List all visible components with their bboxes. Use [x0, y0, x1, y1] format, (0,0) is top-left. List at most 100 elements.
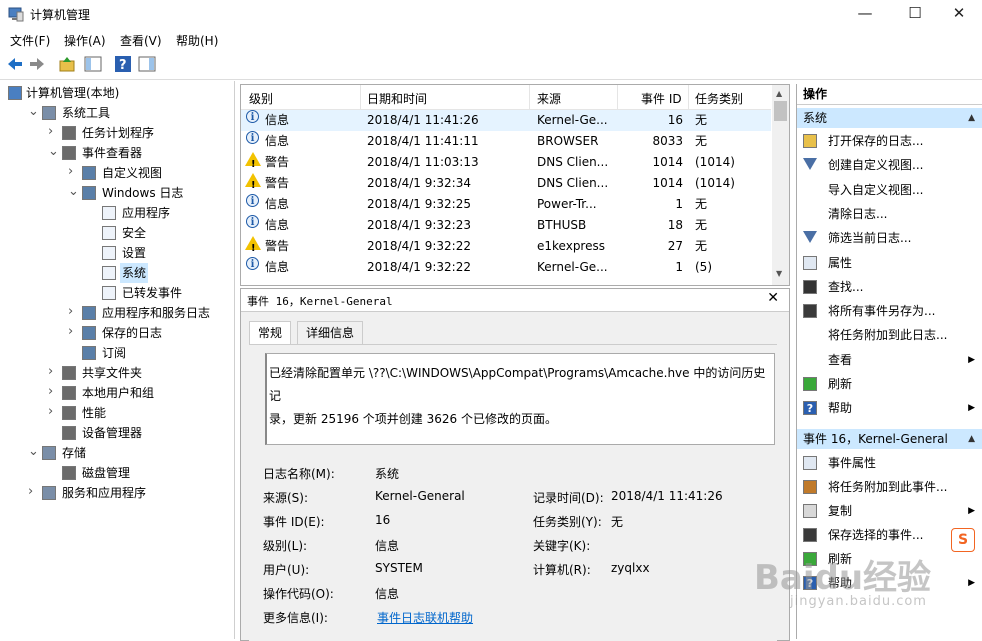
cell-datetime: 2018/4/1 9:32:22: [367, 239, 471, 253]
action-item[interactable]: 查看 ▶: [797, 349, 982, 371]
action-item-label: 刷新: [828, 377, 853, 391]
chevron-right-icon[interactable]: ›: [48, 383, 58, 401]
properties-icon: [803, 255, 817, 270]
action-item-label: 导入自定义视图...: [828, 182, 924, 197]
chevron-right-icon[interactable]: ›: [68, 323, 78, 341]
forward-arrow-icon[interactable]: [28, 55, 46, 73]
computer-label: 计算机(R):: [533, 563, 591, 577]
maximize-button[interactable]: ☐: [892, 0, 938, 28]
logged-value: 2018/4/1 11:41:26: [611, 489, 723, 503]
column-event-id[interactable]: 事件 ID: [641, 90, 682, 107]
show-hide-action-pane-icon[interactable]: [138, 55, 156, 73]
action-item[interactable]: 查找...: [797, 276, 982, 298]
table-row[interactable]: i 信息 2018/4/1 9:32:25 Power-Tr... 1 无: [241, 194, 771, 215]
menu-file[interactable]: 文件(F): [10, 32, 50, 49]
chevron-right-icon[interactable]: ›: [48, 403, 58, 421]
table-row[interactable]: 警告 2018/4/1 11:03:13 DNS Clien... 1014 (1014…: [241, 152, 771, 175]
action-item[interactable]: 将任务附加到此日志...: [797, 324, 982, 346]
chevron-down-icon[interactable]: ⌄: [28, 443, 39, 461]
tree-node-icon: [62, 126, 76, 140]
level-value: 信息: [375, 539, 400, 553]
chevron-right-icon[interactable]: ›: [68, 163, 78, 181]
action-item[interactable]: 创建自定义视图...: [797, 154, 982, 176]
action-item[interactable]: 清除日志...: [797, 203, 982, 225]
collapse-icon[interactable]: ▲: [968, 429, 975, 449]
info-icon: i: [246, 215, 259, 228]
cell-task: 无: [695, 239, 708, 253]
menu-help[interactable]: 帮助(H): [176, 32, 218, 49]
chevron-down-icon[interactable]: ⌄: [68, 183, 79, 201]
cell-task: 无: [695, 113, 708, 127]
action-item[interactable]: ? 帮助 ▶: [797, 397, 982, 419]
table-row[interactable]: 警告 2018/4/1 9:32:22 e1kexpress 27 无: [241, 236, 771, 259]
event-list-scrollbar[interactable]: ▲ ▼: [772, 85, 789, 285]
event-message-box[interactable]: 已经清除配置单元 \??\C:\WINDOWS\AppCompat\Progra…: [265, 353, 775, 445]
action-item[interactable]: 将所有事件另存为...: [797, 300, 982, 322]
table-row[interactable]: 警告 2018/4/1 9:32:34 DNS Clien... 1014 (1014): [241, 173, 771, 196]
submenu-arrow-icon: ▶: [968, 506, 975, 516]
actions-header-label: 操作: [803, 87, 828, 101]
action-item[interactable]: 导入自定义视图...: [797, 179, 982, 201]
chevron-right-icon[interactable]: ›: [28, 483, 38, 501]
column-level[interactable]: 级别: [249, 90, 273, 107]
action-item[interactable]: 刷新: [797, 373, 982, 395]
table-row[interactable]: i 信息 2018/4/1 9:32:22 Kernel-Ge... 1 (5): [241, 257, 771, 278]
scroll-thumb[interactable]: [774, 101, 787, 121]
save-icon: [803, 304, 817, 319]
menu-action[interactable]: 操作(A): [64, 32, 106, 49]
table-row[interactable]: i 信息 2018/4/1 9:32:23 BTHUSB 18 无: [241, 215, 771, 236]
action-item-label: 清除日志...: [828, 206, 888, 221]
minimize-button[interactable]: —: [842, 0, 888, 28]
action-item-label: 打开保存的日志...: [828, 134, 924, 148]
collapse-icon[interactable]: ▲: [968, 108, 975, 128]
tab-general[interactable]: 常规: [249, 321, 292, 344]
chevron-right-icon[interactable]: ›: [48, 123, 58, 141]
action-item[interactable]: 将任务附加到此事件...: [797, 476, 982, 498]
column-source[interactable]: 来源: [537, 90, 561, 107]
chevron-right-icon[interactable]: ›: [48, 363, 58, 381]
cell-level: 信息: [265, 113, 290, 127]
opcode-label: 操作代码(O):: [263, 587, 334, 601]
warning-icon: [245, 173, 261, 196]
event-detail-pane: 事件 16，Kernel-General ✕ 常规 详细信息 已经清除配置单元 …: [240, 288, 790, 641]
action-item[interactable]: 事件属性: [797, 452, 982, 474]
cell-level: 信息: [265, 134, 290, 148]
chevron-down-icon[interactable]: ⌄: [28, 103, 39, 121]
action-item-label: 属性: [828, 255, 853, 270]
actions-section-system[interactable]: 系统 ▲: [797, 108, 982, 128]
scroll-down-icon[interactable]: ▼: [776, 269, 782, 278]
back-arrow-icon[interactable]: [6, 55, 24, 73]
title-bar: 计算机管理 — ☐ ✕: [0, 0, 982, 28]
online-help-link[interactable]: 事件日志联机帮助: [377, 609, 473, 626]
event-message-line1: 已经清除配置单元 \??\C:\WINDOWS\AppCompat\Progra…: [269, 366, 766, 403]
sogou-ime-icon[interactable]: S: [951, 528, 975, 552]
action-item[interactable]: 属性: [797, 252, 982, 274]
chevron-right-icon[interactable]: ›: [68, 303, 78, 321]
table-row[interactable]: i 信息 2018/4/1 11:41:26 Kernel-Ge... 16 无: [241, 110, 771, 131]
actions-section-event[interactable]: 事件 16，Kernel-General ▲: [797, 429, 982, 449]
show-hide-tree-icon[interactable]: [84, 55, 102, 73]
tree-node-label: 已转发事件: [122, 286, 183, 300]
info-icon: i: [246, 194, 259, 207]
close-detail-icon[interactable]: ✕: [767, 290, 779, 306]
watermark-url: jingyan.baidu.com: [790, 594, 927, 609]
action-item[interactable]: 筛选当前日志...: [797, 227, 982, 249]
action-item[interactable]: 打开保存的日志...: [797, 130, 982, 152]
tab-details[interactable]: 详细信息: [297, 321, 364, 344]
up-folder-icon[interactable]: [58, 55, 76, 73]
tree-node-icon: [82, 326, 96, 340]
help-icon[interactable]: ?: [114, 55, 132, 73]
scroll-up-icon[interactable]: ▲: [776, 89, 782, 98]
menu-view[interactable]: 查看(V): [120, 32, 162, 49]
column-task-category[interactable]: 任务类别: [695, 90, 743, 107]
more-info-label: 更多信息(I):: [263, 611, 328, 625]
log-name-label: 日志名称(M):: [263, 467, 335, 481]
action-item[interactable]: 复制 ▶: [797, 500, 982, 522]
cell-level: 警告: [265, 155, 290, 169]
task-icon: [803, 480, 817, 494]
column-datetime[interactable]: 日期和时间: [367, 90, 427, 107]
info-icon: i: [246, 131, 259, 144]
chevron-down-icon[interactable]: ⌄: [48, 143, 59, 161]
close-button[interactable]: ✕: [936, 0, 982, 28]
table-row[interactable]: i 信息 2018/4/1 11:41:11 BROWSER 8033 无: [241, 131, 771, 152]
